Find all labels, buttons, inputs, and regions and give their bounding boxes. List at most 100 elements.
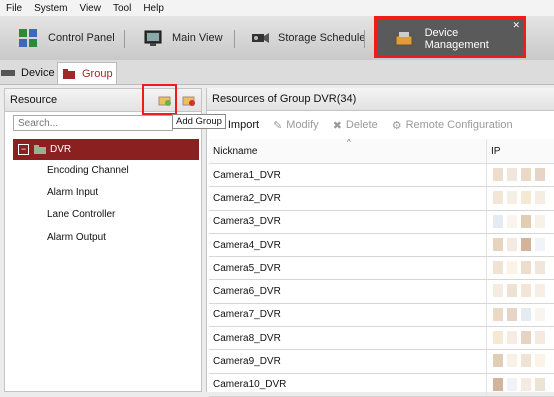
redacted-block [507, 191, 517, 205]
tab-device[interactable]: Device [0, 62, 55, 84]
nickname-cell: Camera5_DVR [209, 257, 487, 280]
redacted-block [507, 377, 517, 391]
nickname-cell: Camera9_DVR [209, 350, 487, 373]
menu-system[interactable]: System [28, 3, 73, 14]
control-panel-label: Control Panel [48, 32, 115, 44]
table-row[interactable]: Camera6_DVR [209, 280, 554, 304]
folder-icon [34, 145, 46, 154]
ip-header-label: IP [491, 145, 501, 157]
redacted-block [535, 261, 545, 275]
device-icon [395, 32, 413, 46]
tab-group[interactable]: Group [57, 62, 117, 84]
main-view-label: Main View [172, 32, 223, 44]
table-row[interactable]: Camera8_DVR [209, 327, 554, 351]
table-header: Nickname ^ IP [209, 138, 554, 164]
tree-item-lane-controller[interactable]: Lane Controller [47, 209, 115, 220]
search-input[interactable] [13, 115, 173, 131]
close-icon[interactable]: ✕ [512, 20, 520, 31]
toolbar-divider [364, 30, 365, 48]
redacted-block [493, 354, 503, 368]
redacted-block [521, 261, 531, 275]
redacted-block [493, 307, 503, 321]
delete-group-icon[interactable] [182, 94, 196, 106]
group-resources-panel: Resources of Group DVR(34) ⤓ Import ✎ Mo… [206, 88, 554, 397]
tree-item-encoding-channel[interactable]: Encoding Channel [47, 165, 129, 176]
ip-cell [487, 211, 554, 233]
main-view-button[interactable]: Main View [144, 24, 223, 52]
group-table: Nickname ^ IP Camera1_DVR Camera2_DVR Came… [209, 138, 554, 397]
group-header: Resources of Group DVR(34) [207, 88, 554, 111]
ip-column-header[interactable]: IP [487, 139, 554, 163]
redacted-block [521, 168, 531, 181]
tree-item-alarm-input[interactable]: Alarm Input [47, 187, 98, 198]
table-row[interactable]: Camera5_DVR [209, 257, 554, 281]
resource-panel: Resource − DVR Encoding Channel Alarm In… [4, 88, 202, 392]
redacted-block [507, 284, 517, 298]
add-group-tooltip: Add Group [172, 114, 226, 129]
ip-cell [487, 327, 554, 349]
redacted-block [521, 191, 531, 205]
table-row[interactable]: Camera7_DVR [209, 303, 554, 328]
folder-icon [63, 68, 75, 79]
tree-item-alarm-output[interactable]: Alarm Output [47, 232, 106, 243]
toolbar-divider [234, 30, 235, 48]
redacted-block [535, 331, 545, 345]
redacted-block [535, 284, 545, 298]
table-row[interactable]: Camera9_DVR [209, 350, 554, 374]
redacted-block [521, 331, 531, 345]
delete-button[interactable]: ✖ Delete [333, 119, 378, 132]
control-panel-button[interactable]: Control Panel [18, 24, 115, 52]
collapse-icon[interactable]: − [18, 144, 29, 155]
redacted-block [535, 168, 545, 181]
nickname-cell: Camera10_DVR [209, 373, 487, 396]
nickname-cell: Camera3_DVR [209, 210, 487, 233]
ip-cell [487, 350, 554, 372]
modify-label: Modify [286, 119, 319, 131]
table-row[interactable]: Camera4_DVR [209, 233, 554, 258]
tab-group-label: Group [82, 67, 113, 80]
redacted-block [493, 377, 503, 391]
action-bar: ⤓ Import ✎ Modify ✖ Delete ⚙ Remote Conf… [207, 114, 554, 136]
redacted-block [521, 214, 531, 228]
nickname-cell: Camera4_DVR [209, 233, 487, 257]
redacted-block [493, 284, 503, 298]
redacted-block [493, 191, 503, 205]
redacted-block [521, 307, 531, 321]
redacted-block [535, 377, 545, 391]
redacted-block [507, 354, 517, 368]
redacted-block [493, 261, 503, 275]
table-row[interactable]: Camera3_DVR [209, 210, 554, 234]
toolbar-divider [124, 30, 125, 48]
menu-bar: File System View Tool Help [0, 0, 554, 16]
import-label: Import [227, 119, 260, 131]
redacted-block [507, 168, 517, 181]
ip-cell [487, 234, 554, 256]
table-row[interactable]: Camera1_DVR [209, 164, 554, 188]
resource-title: Resource [10, 94, 58, 106]
redacted-block [507, 331, 517, 345]
remote-config-button[interactable]: ⚙ Remote Configuration [392, 119, 513, 132]
menu-help[interactable]: Help [137, 3, 170, 14]
redacted-block [535, 214, 545, 228]
modify-button[interactable]: ✎ Modify [273, 119, 319, 132]
remote-config-label: Remote Configuration [405, 119, 513, 131]
nickname-header-label: Nickname [213, 145, 258, 157]
redacted-block [493, 237, 503, 251]
menu-tool[interactable]: Tool [107, 3, 137, 14]
device-management-tab[interactable]: Device Management ✕ [374, 16, 526, 58]
redacted-block [507, 307, 517, 321]
redacted-block [535, 191, 545, 205]
menu-file[interactable]: File [0, 3, 28, 14]
tree-item-dvr[interactable]: − DVR [13, 139, 199, 160]
table-row[interactable]: Camera2_DVR [209, 187, 554, 211]
nickname-cell: Camera8_DVR [209, 327, 487, 350]
nickname-column-header[interactable]: Nickname ^ [209, 138, 487, 163]
monitor-icon [144, 30, 162, 46]
menu-view[interactable]: View [73, 3, 107, 14]
redacted-block [507, 214, 517, 228]
storage-schedule-button[interactable]: Storage Schedule [250, 24, 365, 52]
table-row[interactable]: Camera10_DVR [209, 373, 554, 397]
ip-cell [487, 280, 554, 302]
delete-icon: ✖ [332, 119, 342, 132]
add-group-highlight [142, 84, 177, 115]
